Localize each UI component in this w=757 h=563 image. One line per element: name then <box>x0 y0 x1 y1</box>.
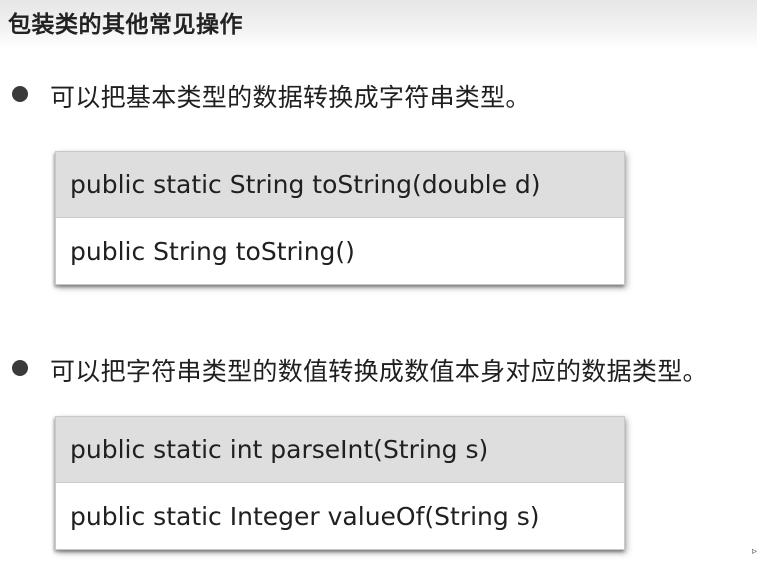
method-table: public static String toString(double d) … <box>55 151 625 285</box>
bullet-dot <box>12 360 28 376</box>
bullet-text: 可以把字符串类型的数值转换成数值本身对应的数据类型。 <box>50 357 708 386</box>
page-title: 包装类的其他常见操作 <box>8 12 243 38</box>
method-row: public static Integer valueOf(String s) <box>70 501 540 531</box>
corner-marker-icon: ▹ <box>751 546 757 557</box>
title-bar: 包装类的其他常见操作 <box>0 0 757 50</box>
method-table: public static int parseInt(String s) pub… <box>55 416 625 550</box>
bullet-text: 可以把基本类型的数据转换成字符串类型。 <box>50 83 531 112</box>
method-row: public static int parseInt(String s) <box>56 417 624 483</box>
method-row: public static String toString(double d) <box>56 152 624 218</box>
bullet-dot <box>12 86 28 102</box>
method-row: public String toString() <box>70 236 355 266</box>
